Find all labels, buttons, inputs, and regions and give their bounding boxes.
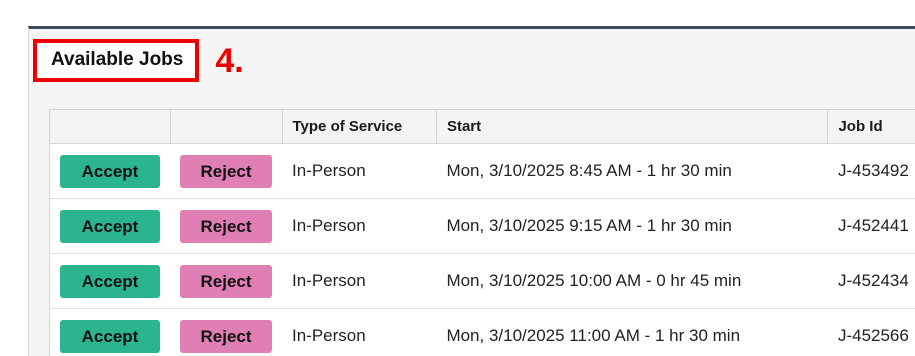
type-of-service-cell: In-Person [282,143,437,199]
column-header-job-id: Job Id [827,109,915,144]
table-row: Accept Reject In-Person Mon, 3/10/2025 9… [49,198,915,254]
accept-button[interactable]: Accept [60,209,160,243]
available-jobs-panel: Available Jobs 4. Type of Service Start … [28,26,915,356]
job-id-cell: J-452441 [827,198,915,254]
type-of-service-cell: In-Person [282,308,437,356]
start-cell: Mon, 3/10/2025 11:00 AM - 1 hr 30 min [436,308,828,356]
reject-button[interactable]: Reject [180,319,272,353]
job-id-cell: J-452434 [827,253,915,309]
type-of-service-cell: In-Person [282,253,437,309]
accept-button[interactable]: Accept [60,154,160,188]
reject-button[interactable]: Reject [180,264,272,298]
type-of-service-cell: In-Person [282,198,437,254]
table-row: Accept Reject In-Person Mon, 3/10/2025 8… [49,143,915,199]
table-header-row: Type of Service Start Job Id [49,109,915,144]
start-cell: Mon, 3/10/2025 8:45 AM - 1 hr 30 min [436,143,828,199]
job-id-cell: J-453492 [827,143,915,199]
table-row: Accept Reject In-Person Mon, 3/10/2025 1… [49,253,915,309]
reject-button[interactable]: Reject [180,154,272,188]
column-header-type-of-service: Type of Service [281,109,437,144]
column-header-start: Start [435,109,829,144]
title-highlight-box: Available Jobs [33,39,200,82]
jobs-table: Type of Service Start Job Id Accept Reje… [49,109,915,356]
panel-header: Available Jobs 4. [33,39,244,82]
reject-button[interactable]: Reject [180,209,272,243]
panel-title: Available Jobs [51,49,184,70]
column-header-accept [49,109,171,144]
column-header-reject [169,109,283,144]
start-cell: Mon, 3/10/2025 9:15 AM - 1 hr 30 min [436,198,828,254]
start-cell: Mon, 3/10/2025 10:00 AM - 0 hr 45 min [436,253,828,309]
table-row: Accept Reject In-Person Mon, 3/10/2025 1… [49,308,915,356]
accept-button[interactable]: Accept [60,264,160,298]
job-id-cell: J-452566 [827,308,915,356]
accept-button[interactable]: Accept [60,319,160,353]
step-annotation: 4. [215,41,244,80]
